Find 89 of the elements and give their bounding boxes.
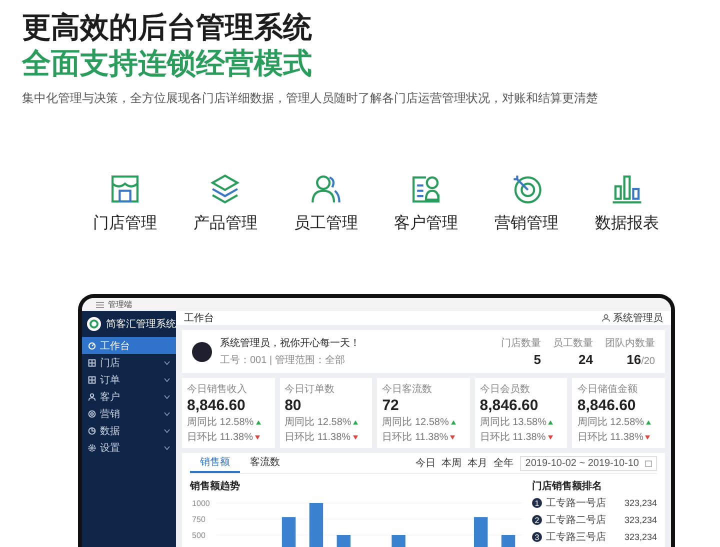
rank-number: 3	[532, 532, 542, 542]
bar	[309, 503, 324, 547]
avatar	[192, 342, 212, 362]
sidebar-item[interactable]: 门店	[82, 354, 176, 371]
feature-label: 员工管理	[294, 214, 358, 234]
kpi-label: 今日销售收入	[187, 382, 248, 396]
sidebar-item[interactable]: 设置	[82, 439, 176, 456]
store-name: 工专路三号店	[546, 530, 607, 544]
bar	[501, 535, 516, 547]
ranking-title: 门店销售额排名	[532, 479, 603, 493]
storefront-icon	[109, 173, 141, 205]
range-link[interactable]: 本周	[438, 456, 464, 470]
chart-title: 销售额趋势	[190, 479, 241, 493]
stat-value: 24	[578, 352, 593, 367]
headline: 更高效的后台管理系统	[22, 10, 313, 46]
logo-icon	[87, 317, 101, 331]
feature-label: 客户管理	[394, 214, 458, 234]
feature-label: 数据报表	[594, 214, 659, 234]
bar	[474, 517, 488, 547]
kpi-value: 80	[284, 397, 302, 414]
stat-label: 员工数量	[553, 337, 593, 350]
user-icon	[602, 314, 610, 322]
grid-icon	[88, 358, 96, 366]
store-name: 工专路一号店	[546, 496, 607, 510]
week-change: 周同比 12.58%	[382, 416, 449, 429]
tab[interactable]: 客流数	[240, 453, 290, 473]
day-change: 日环比 11.38%	[284, 430, 351, 444]
sidebar-item[interactable]: 订单	[82, 371, 176, 388]
employee-info: 工号：001 | 管理范围：全部	[220, 354, 346, 367]
feature-label: 门店管理	[93, 214, 157, 234]
range-link[interactable]: 全年	[490, 456, 516, 470]
sidebar-item[interactable]: 客户	[82, 388, 176, 405]
person-icon	[88, 392, 96, 400]
kpi-value: 8,846.60	[187, 397, 246, 414]
subheadline: 全面支持连锁经营模式	[22, 47, 313, 82]
sidebar-item[interactable]: 工作台	[82, 337, 176, 354]
feature-label: 营销管理	[494, 214, 559, 234]
rank-number: 2	[532, 515, 542, 525]
dashboard-icon	[88, 342, 96, 350]
week-change: 周同比 12.58%	[577, 416, 644, 429]
store-sales: 323,234	[624, 515, 657, 525]
target-icon	[510, 173, 543, 205]
day-change: 日环比 11.38%	[480, 430, 546, 444]
stat-label: 团队内数量	[605, 336, 655, 350]
stat-value: 16/20	[626, 352, 655, 367]
settings-icon	[88, 444, 96, 452]
sidebar-item[interactable]: 数据	[82, 422, 176, 439]
date-range-field[interactable]: 2019-10-02 ~ 2019-10-10	[520, 456, 657, 470]
kpi-label: 今日订单数	[284, 382, 336, 396]
grid-icon	[88, 376, 96, 384]
kpi-label: 今日储值金额	[577, 382, 638, 396]
week-change: 周同比 12.58%	[284, 416, 352, 429]
bar	[282, 517, 296, 547]
week-change: 周同比 12.58%	[187, 416, 254, 429]
day-change: 日环比 11.38%	[577, 430, 644, 444]
feature-label: 产品管理	[193, 214, 258, 234]
page-title: 工作台	[184, 312, 214, 325]
kpi-value: 8,846.60	[577, 397, 637, 414]
range-link[interactable]: 今日	[412, 456, 438, 470]
kpi-value: 8,846.60	[480, 397, 540, 414]
day-change: 日环比 11.38%	[382, 430, 448, 444]
store-sales: 323,234	[624, 532, 657, 542]
target-icon	[88, 410, 96, 418]
store-sales: 323,234	[624, 498, 657, 508]
sidebar-item[interactable]: 营销	[82, 405, 176, 422]
kpi-label: 今日客流数	[382, 382, 434, 396]
kpi-label: 今日会员数	[480, 383, 531, 396]
window-title: 管理端	[108, 299, 132, 310]
range-link[interactable]: 本月	[464, 456, 490, 470]
bar-chart-icon	[610, 173, 643, 205]
description: 集中化管理与决策，全方位展现各门店详细数据，管理人员随时了解各门店运营管理状况，对账和结算更清楚	[22, 90, 599, 107]
calendar-icon	[645, 460, 652, 466]
menu-icon	[96, 302, 104, 308]
kpi-value: 72	[382, 397, 400, 414]
bar	[336, 535, 350, 547]
layers-icon	[209, 173, 242, 205]
people-icon	[310, 173, 342, 205]
stat-value: 5	[534, 352, 541, 367]
bar	[392, 535, 406, 547]
tab[interactable]: 销售额	[190, 453, 240, 473]
user-menu[interactable]: 系统管理员	[602, 311, 663, 325]
rank-number: 1	[532, 498, 542, 508]
greeting-text: 系统管理员，祝你开心每一天！	[220, 336, 361, 350]
day-change: 日环比 11.38%	[187, 430, 253, 444]
pie-icon	[88, 426, 96, 434]
store-name: 工专路二号店	[546, 514, 607, 527]
app-name: 简客汇管理系统	[106, 318, 176, 331]
stat-label: 门店数量	[501, 336, 541, 350]
week-change: 周同比 13.58%	[480, 416, 546, 429]
